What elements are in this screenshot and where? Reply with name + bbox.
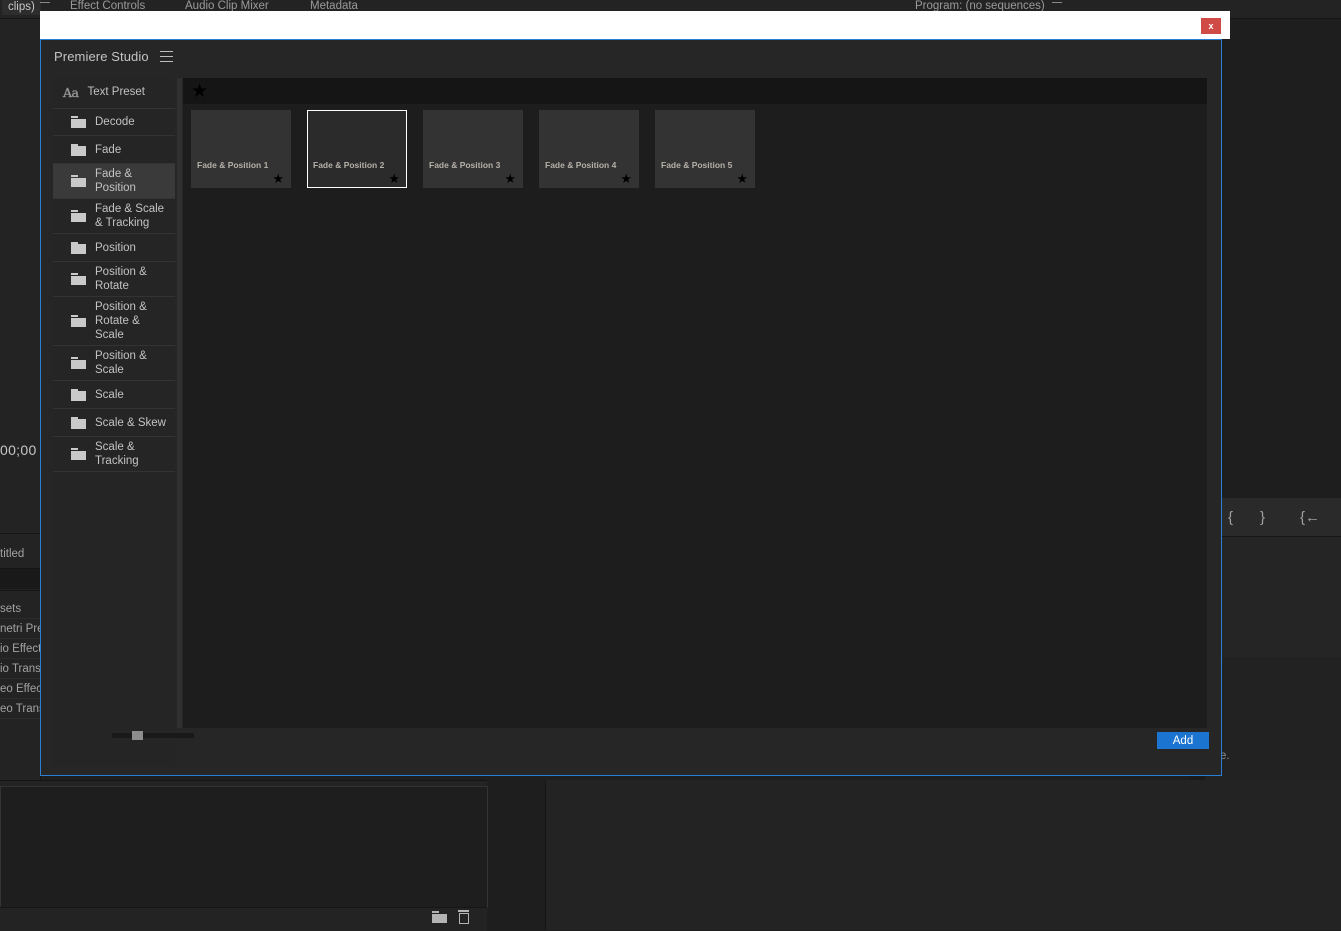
background-middle-gap-panel <box>488 780 544 930</box>
thumbnail-label: Fade & Position 3 <box>429 160 500 170</box>
trash-icon[interactable] <box>457 910 470 924</box>
thumbnail-label: Fade & Position 4 <box>545 160 616 170</box>
bg-effect-label-video-transitions: eo Trans <box>0 703 45 715</box>
star-icon: ★ <box>191 82 208 101</box>
folder-icon <box>71 315 86 327</box>
sidebar-item-position[interactable]: Position <box>53 234 175 262</box>
preset-sidebar: Aa Text Preset Decode Fade Fade & Positi… <box>53 78 175 766</box>
background-timeline-track-area <box>1205 537 1341 657</box>
sidebar-item-label: Fade & Scale & Tracking <box>95 202 169 230</box>
background-timeline-toolbar <box>1205 498 1341 537</box>
preset-thumbnail-selected[interactable]: Fade & Position 2 ★ <box>307 110 407 188</box>
sidebar-item-scale-tracking[interactable]: Scale & Tracking <box>53 437 175 472</box>
thumbnail-size-slider[interactable] <box>112 733 194 738</box>
premiere-studio-dialog: Premiere Studio Aa Text Preset Decode Fa… <box>40 39 1222 776</box>
slider-handle[interactable] <box>132 731 143 740</box>
sidebar-item-label: Position & Rotate <box>95 265 169 293</box>
preset-folder-list: Decode Fade Fade & Position Fade & Scale… <box>53 108 175 472</box>
preset-thumbnail[interactable]: Fade & Position 4 ★ <box>539 110 639 188</box>
text-preset-icon: Aa <box>63 85 78 100</box>
sidebar-item-fade-position[interactable]: Fade & Position <box>53 164 175 199</box>
bg-divider-3 <box>0 590 40 591</box>
sidebar-item-scale[interactable]: Scale <box>53 381 175 409</box>
bg-tab-menu-dash <box>40 2 50 3</box>
star-icon[interactable]: ★ <box>504 172 516 185</box>
sidebar-item-label: Fade <box>95 143 121 157</box>
sidebar-item-position-rotate-scale[interactable]: Position & Rotate & Scale <box>53 297 175 346</box>
preset-thumbnail-grid: Fade & Position 1 ★ Fade & Position 2 ★ … <box>191 110 1199 188</box>
folder-icon <box>71 389 86 401</box>
sidebar-item-fade-scale-tracking[interactable]: Fade & Scale & Tracking <box>53 199 175 234</box>
mark-in-icon[interactable]: { <box>1228 509 1233 526</box>
close-icon[interactable]: x <box>1201 18 1221 34</box>
hamburger-icon[interactable] <box>160 51 173 62</box>
mark-out-icon[interactable]: } <box>1260 509 1265 526</box>
bg-divider-1 <box>0 533 40 534</box>
folder-icon <box>71 273 86 285</box>
go-to-in-icon[interactable]: {← <box>1300 509 1320 526</box>
dialog-header: Premiere Studio <box>41 40 1221 73</box>
sidebar-item-label: Scale & Skew <box>95 416 166 430</box>
sidebar-item-label: Position <box>95 241 136 255</box>
sidebar-item-label: Fade & Position <box>95 167 169 195</box>
preset-thumbnail[interactable]: Fade & Position 1 ★ <box>191 110 291 188</box>
sidebar-item-position-scale[interactable]: Position & Scale <box>53 346 175 381</box>
sidebar-header: Aa Text Preset <box>53 78 175 106</box>
folder-icon <box>71 210 86 222</box>
bg-effect-label-audio-transitions: io Trans <box>0 663 41 675</box>
sidebar-item-label: Position & Rotate & Scale <box>95 300 169 342</box>
sidebar-item-label: Scale <box>95 388 124 402</box>
bg-effect-label-audio-effects: io Effect: <box>0 643 45 655</box>
folder-icon[interactable] <box>432 911 447 923</box>
sidebar-item-label: Scale & Tracking <box>95 440 169 468</box>
bg-timecode: 00;00 <box>0 442 37 458</box>
background-timeline-panel <box>545 780 1341 930</box>
add-button[interactable]: Add <box>1157 732 1209 749</box>
preset-thumbnail[interactable]: Fade & Position 3 ★ <box>423 110 523 188</box>
sidebar-item-label: Decode <box>95 115 135 129</box>
folder-icon <box>71 357 86 369</box>
preset-content-area: ★ Fade & Position 1 ★ Fade & Position 2 … <box>183 78 1207 728</box>
star-icon[interactable]: ★ <box>388 172 400 185</box>
star-icon[interactable]: ★ <box>736 172 748 185</box>
background-bin-toolbar <box>0 907 487 931</box>
folder-icon <box>71 242 86 254</box>
sidebar-item-fade[interactable]: Fade <box>53 136 175 164</box>
folder-icon <box>71 417 86 429</box>
dialog-title: Premiere Studio <box>54 49 149 64</box>
bg-project-label: titled <box>0 548 24 560</box>
bg-tab-clips[interactable]: clips) <box>2 0 41 15</box>
bg-effect-label-lumetri: netri Pre <box>0 623 43 635</box>
favorites-banner: ★ <box>183 78 1207 104</box>
content-scrollbar[interactable] <box>177 78 182 728</box>
folder-icon <box>71 144 86 156</box>
preset-thumbnail[interactable]: Fade & Position 5 ★ <box>655 110 755 188</box>
thumbnail-label: Fade & Position 5 <box>661 160 732 170</box>
background-bin-area <box>0 786 488 908</box>
star-icon[interactable]: ★ <box>620 172 632 185</box>
sidebar-item-label: Position & Scale <box>95 349 169 377</box>
folder-icon <box>71 116 86 128</box>
bg-program-menu-dash <box>1052 2 1062 3</box>
sidebar-item-position-rotate[interactable]: Position & Rotate <box>53 262 175 297</box>
folder-icon <box>71 175 86 187</box>
thumbnail-label: Fade & Position 2 <box>313 160 384 170</box>
star-icon[interactable]: ★ <box>272 172 284 185</box>
bg-search-field[interactable] <box>0 569 40 589</box>
bg-effect-label-presets: sets <box>0 603 21 615</box>
sidebar-item-decode[interactable]: Decode <box>53 108 175 136</box>
window-title-strip <box>40 11 1230 39</box>
sidebar-item-scale-skew[interactable]: Scale & Skew <box>53 409 175 437</box>
sidebar-header-label: Text Preset <box>87 86 145 98</box>
folder-icon <box>71 448 86 460</box>
thumbnail-label: Fade & Position 1 <box>197 160 268 170</box>
